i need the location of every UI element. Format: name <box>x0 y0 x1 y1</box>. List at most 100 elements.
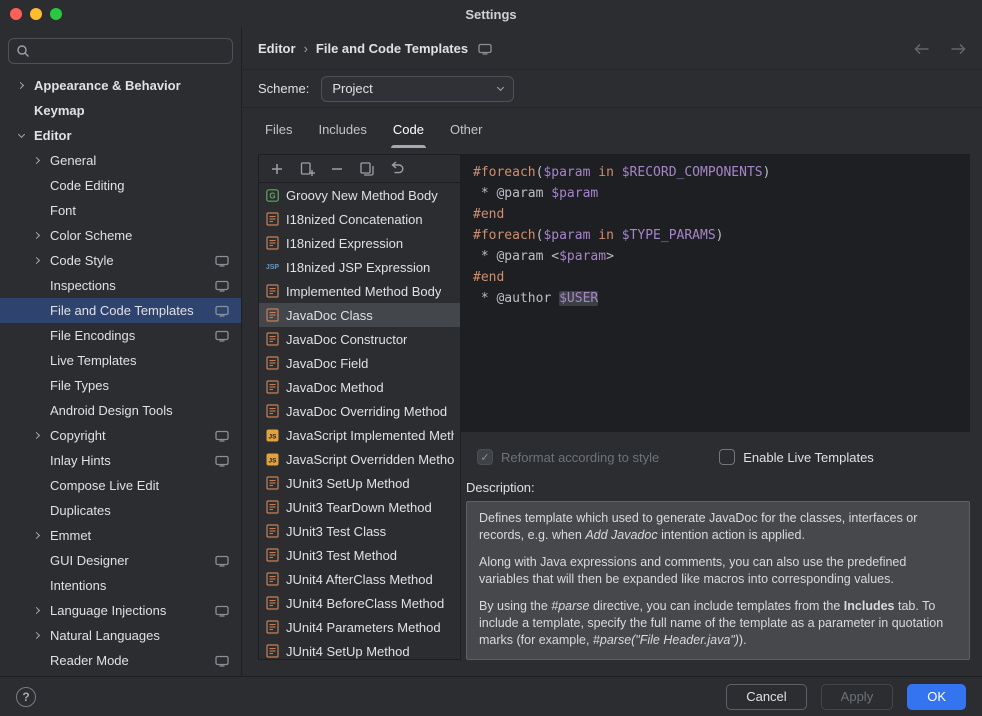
settings-search-box[interactable] <box>8 38 233 64</box>
create-template-icon[interactable] <box>268 160 286 178</box>
tab-includes[interactable]: Includes <box>305 122 379 148</box>
template-item-i18nized-jsp-expression[interactable]: JSPI18nized JSP Expression <box>259 255 460 279</box>
reset-to-default-icon[interactable] <box>388 160 406 178</box>
sidebar-item-appearance-behavior[interactable]: Appearance & Behavior <box>0 73 241 98</box>
chevron-right-icon[interactable] <box>30 633 44 638</box>
remove-template-icon[interactable] <box>328 160 346 178</box>
template-item-label: I18nized Concatenation <box>286 212 423 227</box>
scheme-label: Scheme: <box>258 81 309 96</box>
cancel-button[interactable]: Cancel <box>726 684 806 710</box>
search-icon <box>16 44 30 58</box>
chevron-right-icon[interactable] <box>30 433 44 438</box>
template-item-javascript-implemented-method[interactable]: JSJavaScript Implemented Method <box>259 423 460 447</box>
template-item-label: JavaDoc Constructor <box>286 332 407 347</box>
enable-live-templates-checkbox[interactable] <box>719 449 735 465</box>
template-item-javadoc-overriding-method[interactable]: JavaDoc Overriding Method <box>259 399 460 423</box>
template-list-panel: GGroovy New Method Body I18nized Concaten… <box>258 154 461 660</box>
template-item-javadoc-field[interactable]: JavaDoc Field <box>259 351 460 375</box>
close-window-button[interactable] <box>10 8 22 20</box>
template-item-junit3-test-class[interactable]: JUnit3 Test Class <box>259 519 460 543</box>
sidebar-item-file-and-code-templates[interactable]: File and Code Templates <box>0 298 241 323</box>
description-paragraph: Defines template which used to generate … <box>479 510 957 544</box>
tab-files[interactable]: Files <box>252 122 305 148</box>
file-template-icon <box>265 620 280 634</box>
file-template-icon <box>265 644 280 658</box>
sidebar-item-code-editing[interactable]: Code Editing <box>0 173 241 198</box>
search-input[interactable] <box>35 44 225 59</box>
monitor-icon <box>215 430 229 442</box>
chevron-right-icon[interactable] <box>30 533 44 538</box>
description-box[interactable]: Defines template which used to generate … <box>466 501 970 660</box>
chevron-right-icon[interactable] <box>14 83 28 88</box>
sidebar-item-intentions[interactable]: Intentions <box>0 573 241 598</box>
help-button[interactable]: ? <box>16 687 36 707</box>
template-item-javadoc-constructor[interactable]: JavaDoc Constructor <box>259 327 460 351</box>
file-template-icon <box>265 500 280 514</box>
sidebar-item-inspections[interactable]: Inspections <box>0 273 241 298</box>
chevron-right-icon[interactable] <box>30 258 44 263</box>
sidebar-item-inlay-hints[interactable]: Inlay Hints <box>0 448 241 473</box>
sidebar-item-keymap[interactable]: Keymap <box>0 98 241 123</box>
sidebar-item-general[interactable]: General <box>0 148 241 173</box>
sidebar-item-emmet[interactable]: Emmet <box>0 523 241 548</box>
code-line: * @param <$param> <box>473 246 958 267</box>
template-editor[interactable]: #foreach($param in $RECORD_COMPONENTS) *… <box>461 154 970 432</box>
sidebar-item-android-design-tools[interactable]: Android Design Tools <box>0 398 241 423</box>
sidebar-item-natural-languages[interactable]: Natural Languages <box>0 623 241 648</box>
forward-arrow-icon[interactable] <box>950 43 966 55</box>
template-item-implemented-method-body[interactable]: Implemented Method Body <box>259 279 460 303</box>
duplicate-template-icon[interactable] <box>358 160 376 178</box>
template-item-junit4-afterclass-method[interactable]: JUnit4 AfterClass Method <box>259 567 460 591</box>
sidebar-item-file-encodings[interactable]: File Encodings <box>0 323 241 348</box>
template-item-javadoc-method[interactable]: JavaDoc Method <box>259 375 460 399</box>
sidebar-item-duplicates[interactable]: Duplicates <box>0 498 241 523</box>
sidebar-item-font[interactable]: Font <box>0 198 241 223</box>
groovy-icon: G <box>265 189 280 202</box>
file-template-icon <box>265 476 280 490</box>
back-arrow-icon[interactable] <box>914 43 930 55</box>
monitor-icon <box>215 330 229 342</box>
sidebar-item-color-scheme[interactable]: Color Scheme <box>0 223 241 248</box>
template-item-junit4-parameters-method[interactable]: JUnit4 Parameters Method <box>259 615 460 639</box>
template-item-junit3-setup-method[interactable]: JUnit3 SetUp Method <box>259 471 460 495</box>
breadcrumb-editor[interactable]: Editor <box>258 41 296 56</box>
sidebar-item-copyright[interactable]: Copyright <box>0 423 241 448</box>
sidebar-item-file-types[interactable]: File Types <box>0 373 241 398</box>
template-item-label: JUnit4 BeforeClass Method <box>286 596 444 611</box>
sidebar-item-label: Code Style <box>50 253 114 268</box>
tab-other[interactable]: Other <box>437 122 496 148</box>
file-template-icon <box>265 332 280 346</box>
chevron-right-icon[interactable] <box>30 233 44 238</box>
chevron-down-icon[interactable] <box>14 134 28 137</box>
breadcrumb: Editor › File and Code Templates <box>242 28 982 70</box>
sidebar-item-code-style[interactable]: Code Style <box>0 248 241 273</box>
sidebar-item-live-templates[interactable]: Live Templates <box>0 348 241 373</box>
chevron-right-icon[interactable] <box>30 608 44 613</box>
sidebar-item-editor[interactable]: Editor <box>0 123 241 148</box>
minimize-window-button[interactable] <box>30 8 42 20</box>
template-item-junit4-beforeclass-method[interactable]: JUnit4 BeforeClass Method <box>259 591 460 615</box>
sidebar-item-reader-mode[interactable]: Reader Mode <box>0 648 241 673</box>
template-item-javascript-overridden-method[interactable]: JSJavaScript Overridden Method <box>259 447 460 471</box>
settings-content: Editor › File and Code Templates Scheme: <box>242 28 982 676</box>
svg-text:JS: JS <box>269 433 278 440</box>
template-item-javadoc-class[interactable]: JavaDoc Class <box>259 303 460 327</box>
sidebar-item-language-injections[interactable]: Language Injections <box>0 598 241 623</box>
live-templates-option: Enable Live Templates <box>719 449 874 465</box>
template-item-junit3-teardown-method[interactable]: JUnit3 TearDown Method <box>259 495 460 519</box>
template-item-groovy-new-method-body[interactable]: GGroovy New Method Body <box>259 183 460 207</box>
sidebar-item-label: Compose Live Edit <box>50 478 159 493</box>
template-item-i18nized-expression[interactable]: I18nized Expression <box>259 231 460 255</box>
zoom-window-button[interactable] <box>50 8 62 20</box>
scheme-dropdown[interactable]: Project <box>321 76 514 102</box>
template-item-junit3-test-method[interactable]: JUnit3 Test Method <box>259 543 460 567</box>
sidebar-item-gui-designer[interactable]: GUI Designer <box>0 548 241 573</box>
description-paragraph: By using the #parse directive, you can i… <box>479 598 957 649</box>
create-child-template-icon[interactable] <box>298 160 316 178</box>
ok-button[interactable]: OK <box>907 684 966 710</box>
chevron-right-icon[interactable] <box>30 158 44 163</box>
template-item-i18nized-concatenation[interactable]: I18nized Concatenation <box>259 207 460 231</box>
template-item-junit4-setup-method[interactable]: JUnit4 SetUp Method <box>259 639 460 659</box>
sidebar-item-compose-live-edit[interactable]: Compose Live Edit <box>0 473 241 498</box>
tab-code[interactable]: Code <box>380 122 437 148</box>
